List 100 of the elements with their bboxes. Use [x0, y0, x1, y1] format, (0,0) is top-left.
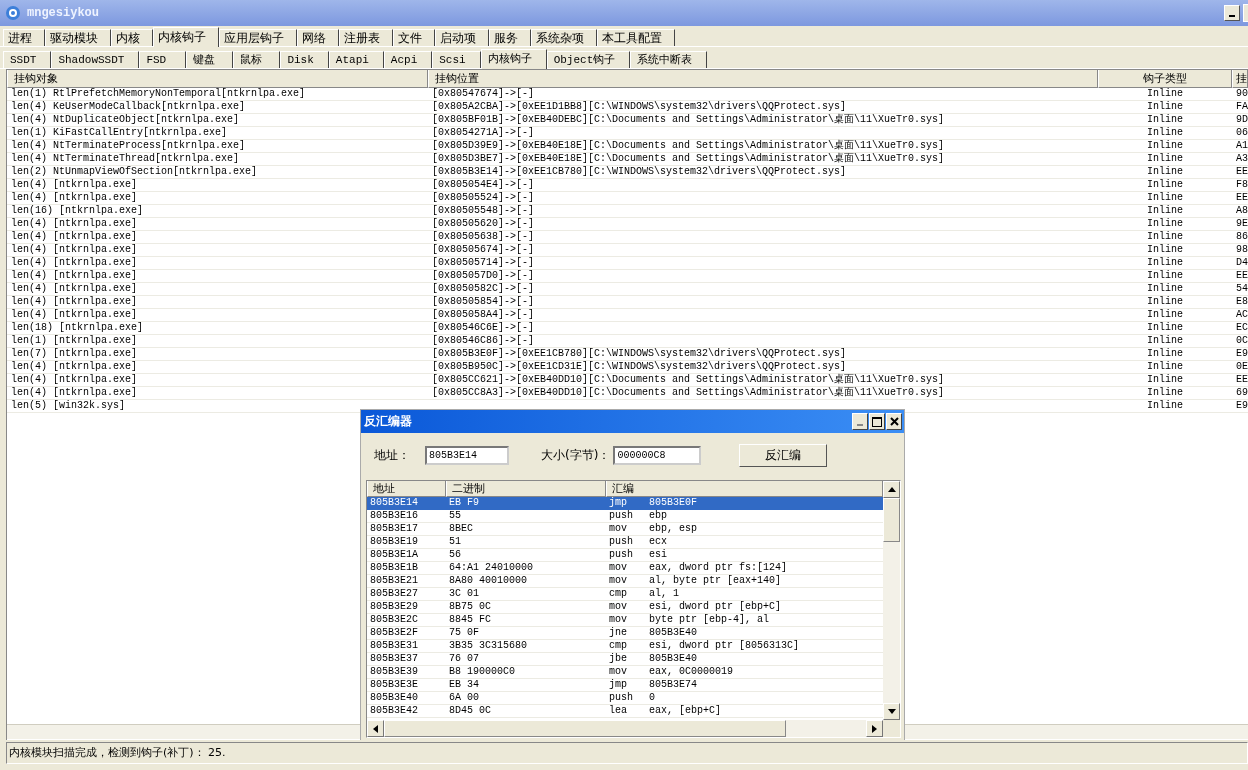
- list-cell-text: 805B3E21: [369, 575, 419, 587]
- list-cell-text: 805B3E1B: [369, 562, 419, 574]
- list-row[interactable]: 805B3E27 3C 01 cmp al, 1: [367, 588, 883, 601]
- list-cell-text: 8BEC: [448, 523, 474, 535]
- list-cell-text: 8B75 0C: [448, 601, 492, 613]
- tab[interactable]: 服务: [489, 29, 531, 46]
- minimize-button[interactable]: [852, 413, 868, 430]
- tab[interactable]: 键盘: [186, 51, 234, 68]
- instruction-mnemonic: jmp: [609, 497, 628, 509]
- tab[interactable]: 文件: [393, 29, 435, 46]
- scrollbar-corner: [883, 720, 900, 737]
- vertical-scrollbar[interactable]: [883, 481, 900, 737]
- column-header[interactable]: 钩子类型: [1098, 70, 1232, 88]
- table-cell: len(4) [ntkrnlpa.exe]: [7, 218, 428, 231]
- list-row[interactable]: 805B3E39 B8 190000C0 mov eax, 0C0000019: [367, 666, 883, 679]
- horizontal-scrollbar[interactable]: [367, 720, 883, 737]
- instruction-operands: eax, [ebp+C]: [649, 705, 721, 717]
- tab[interactable]: SSDT: [3, 51, 52, 68]
- size-field[interactable]: 000000C8: [613, 445, 702, 465]
- table-cell: [0x80505548]->[-]: [428, 205, 1098, 218]
- table-cell: Inline: [1098, 192, 1232, 205]
- table-cell: len(4) NtTerminateProcess[ntkrnlpa.exe]: [7, 140, 428, 153]
- scroll-thumb[interactable]: [384, 720, 786, 737]
- table-cell: [0x80546C86]->[-]: [428, 335, 1098, 348]
- tab[interactable]: Atapi: [328, 51, 384, 68]
- list-row[interactable]: 805B3E29 8B75 0C mov esi, dword ptr [ebp+C]: [367, 601, 883, 614]
- list-row[interactable]: 805B3E1A 56 push esi: [367, 549, 883, 562]
- tab[interactable]: 内核钩子: [480, 49, 547, 69]
- list-row[interactable]: 805B3E14 EB F9 jmp 805B3E0F: [367, 497, 883, 510]
- table-cell: len(4) [ntkrnlpa.exe]: [7, 270, 428, 283]
- list-row[interactable]: 805B3E40 6A 00 push 0: [367, 692, 883, 705]
- table-cell: [0x80505714]->[-]: [428, 257, 1098, 270]
- tab[interactable]: Acpi: [383, 51, 433, 68]
- list-row[interactable]: 805B3E42 8D45 0C lea eax, [ebp+C]: [367, 705, 883, 718]
- table-cell: [0x805B3E0F]->[0xEE1CB780][C:\WINDOWS\system32\drivers\QQProtect.sys]: [428, 348, 1098, 361]
- tab[interactable]: 系统中断表: [630, 51, 708, 68]
- list-row[interactable]: 805B3E17 8BEC mov ebp, esp: [367, 523, 883, 536]
- tab[interactable]: 驱动模块: [45, 29, 111, 46]
- list-row[interactable]: 805B3E3E EB 34 jmp 805B3E74: [367, 679, 883, 692]
- column-header[interactable]: 挂: [1232, 70, 1248, 88]
- instruction-operands: ecx: [649, 536, 667, 548]
- scroll-left-button[interactable]: [367, 720, 384, 737]
- list-row[interactable]: 805B3E19 51 push ecx: [367, 536, 883, 549]
- tab[interactable]: 系统杂项: [531, 29, 597, 46]
- table-cell: Inline: [1098, 101, 1232, 114]
- maximize-button[interactable]: [869, 413, 885, 430]
- tab[interactable]: 应用层钩子: [219, 29, 297, 46]
- table-cell: E8: [1232, 296, 1248, 309]
- table-cell: Inline: [1098, 361, 1232, 374]
- disassemble-button[interactable]: 反汇编: [739, 443, 828, 467]
- table-cell: Inline: [1098, 205, 1232, 218]
- scroll-right-button[interactable]: [866, 720, 883, 737]
- list-row[interactable]: 805B3E31 3B35 3C315680 cmp esi, dword ptr [8056313C]: [367, 640, 883, 653]
- list-cell-text: EB 34: [448, 679, 480, 691]
- table-cell: [0x805D39E9]->[0xEB40E18E][C:\Documents and Settings\Administrator\桌面\11\XueTr0.sys]: [428, 140, 1098, 153]
- list-cell-text: 8A80 40010000: [448, 575, 528, 587]
- table-cell: 06: [1232, 127, 1248, 140]
- table-cell: [0x80547674]->[-]: [428, 88, 1098, 101]
- list-cell-text: B8 190000C0: [448, 666, 516, 678]
- close-button[interactable]: [886, 413, 902, 430]
- scroll-thumb[interactable]: [883, 498, 900, 542]
- tab[interactable]: Disk: [280, 51, 329, 68]
- tab[interactable]: 网络: [297, 29, 339, 46]
- tab[interactable]: 鼠标: [233, 51, 281, 68]
- tab[interactable]: 内核钩子: [153, 27, 219, 47]
- list-row[interactable]: 805B3E2F 75 0F jne 805B3E40: [367, 627, 883, 640]
- instruction-operands: ebp, esp: [649, 523, 697, 535]
- list-row[interactable]: 805B3E21 8A80 40010000 mov al, byte ptr [eax+140]: [367, 575, 883, 588]
- table-cell: Inline: [1098, 322, 1232, 335]
- column-header[interactable]: 挂钩位置: [428, 70, 1098, 88]
- list-row[interactable]: 805B3E2C 8845 FC mov byte ptr [ebp-4], al: [367, 614, 883, 627]
- tab[interactable]: Object钩子: [546, 51, 631, 68]
- instruction-mnemonic: jbe: [609, 653, 628, 665]
- list-row[interactable]: 805B3E37 76 07 jbe 805B3E40: [367, 653, 883, 666]
- list-cell-text: 3B35 3C315680: [448, 640, 528, 652]
- table-cell: len(4) [ntkrnlpa.exe]: [7, 309, 428, 322]
- minimize-button[interactable]: [1224, 5, 1240, 21]
- tab[interactable]: 注册表: [339, 29, 393, 46]
- tab[interactable]: 启动项: [435, 29, 489, 46]
- list-row[interactable]: 805B3E1B 64:A1 24010000 mov eax, dword ptr fs:[124]: [367, 562, 883, 575]
- tab[interactable]: 进程: [3, 29, 45, 46]
- tab[interactable]: ShadowSSDT: [51, 51, 140, 68]
- list-row[interactable]: 805B3E16 55 push ebp: [367, 510, 883, 523]
- address-field[interactable]: 805B3E14: [425, 445, 509, 465]
- instruction-mnemonic: mov: [609, 523, 628, 535]
- table-cell: [0x805057D0]->[-]: [428, 270, 1098, 283]
- tab[interactable]: Scsi: [432, 51, 481, 68]
- table-cell: len(16) [ntkrnlpa.exe]: [7, 205, 428, 218]
- tab[interactable]: FSD: [139, 51, 187, 68]
- table-cell: 98: [1232, 244, 1248, 257]
- table-cell: Inline: [1098, 296, 1232, 309]
- table-cell: D4: [1232, 257, 1248, 270]
- table-cell: len(4) NtTerminateThread[ntkrnlpa.exe]: [7, 153, 428, 166]
- table-cell: [0x8050582C]->[-]: [428, 283, 1098, 296]
- scroll-down-button[interactable]: [883, 703, 900, 720]
- list-cell-text: 8845 FC: [448, 614, 492, 626]
- column-header[interactable]: 挂钩对象: [7, 70, 428, 88]
- scroll-up-button[interactable]: [883, 481, 900, 498]
- tab[interactable]: 本工具配置: [597, 29, 675, 46]
- list-cell-text: 805B3E42: [369, 705, 419, 717]
